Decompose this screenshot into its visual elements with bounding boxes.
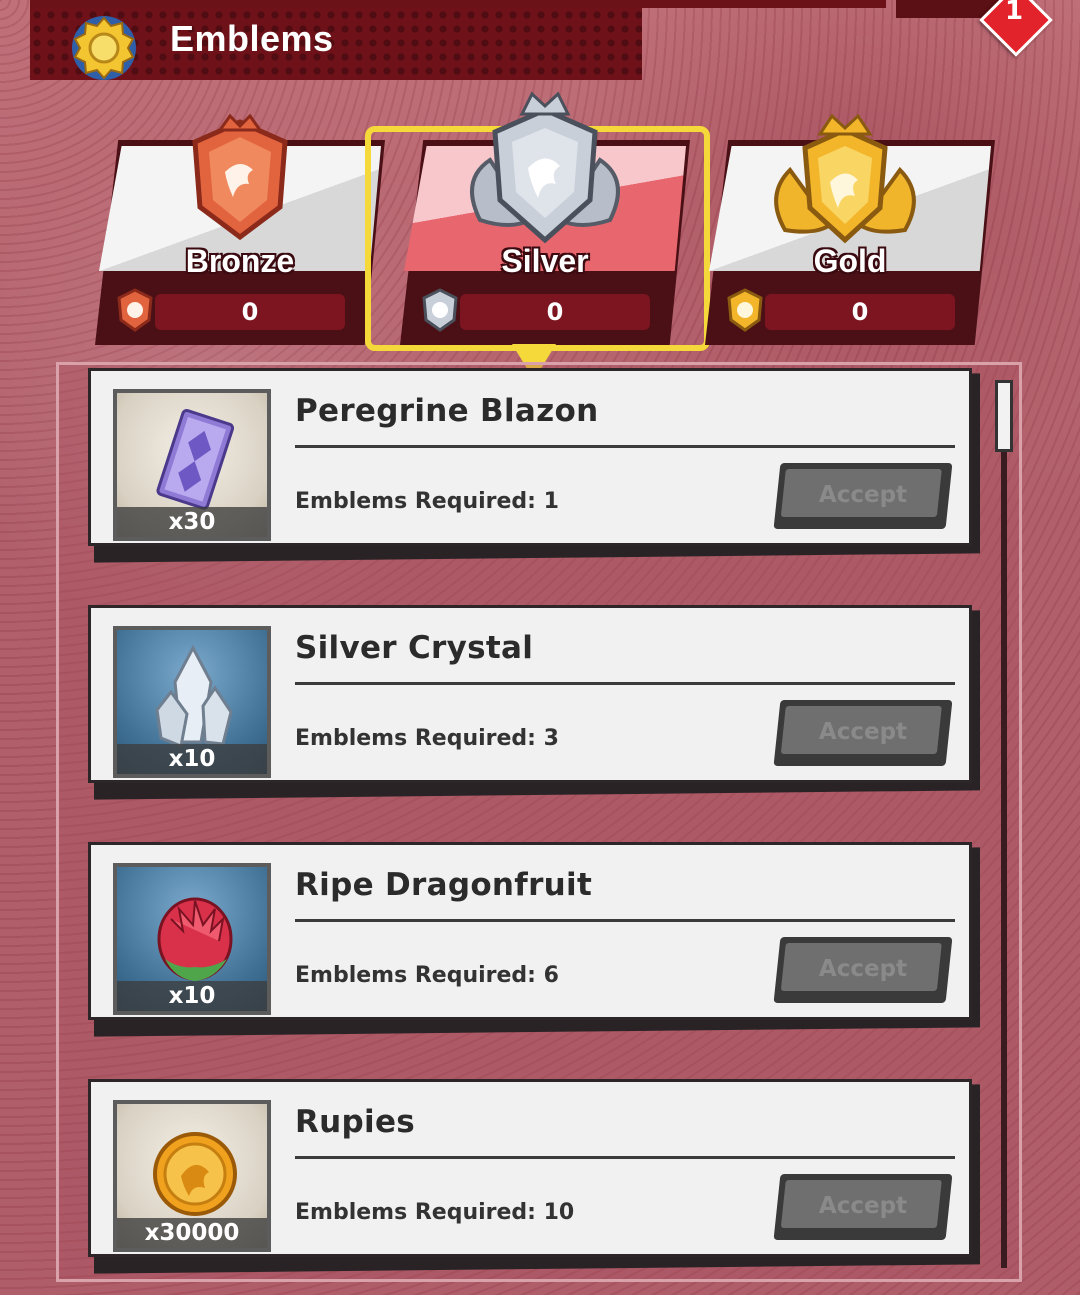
silver-shield-icon [470, 91, 620, 244]
tab-gold[interactable]: Gold 0 [705, 113, 995, 345]
gold-emblem-icon [727, 288, 763, 332]
accept-button-label: Accept [818, 482, 908, 508]
reward-item: x30000 Rupies Emblems Required: 10 Accep… [88, 1079, 980, 1274]
reward-name: Ripe Dragonfruit [295, 867, 593, 903]
reward-card: x30 Peregrine Blazon Emblems Required: 1… [88, 368, 972, 546]
bronze-shield-icon [192, 113, 288, 241]
silver-emblem-icon [422, 288, 458, 332]
reward-item: x10 Ripe Dragonfruit Emblems Required: 6… [88, 842, 980, 1037]
reward-name: Rupies [295, 1104, 416, 1140]
gold-shield-icon [774, 113, 916, 244]
reward-card: x10 Silver Crystal Emblems Required: 3 A… [88, 605, 972, 783]
tab-bronze-label: Bronze [185, 243, 295, 279]
reward-requirement: Emblems Required: 3 [295, 726, 559, 751]
reward-quantity: x30000 [117, 1218, 267, 1248]
emblem-gear-icon [72, 16, 136, 80]
divider [295, 1156, 955, 1159]
reward-name: Peregrine Blazon [295, 393, 599, 429]
tab-bronze-count: 0 [241, 298, 259, 326]
tab-gold-count: 0 [851, 298, 869, 326]
reward-quantity: x10 [117, 981, 267, 1011]
reward-requirement: Emblems Required: 10 [295, 1200, 575, 1225]
rupie-coin-icon [153, 1132, 237, 1216]
scrollbar-thumb[interactable] [995, 380, 1013, 452]
reward-card: x30000 Rupies Emblems Required: 10 Accep… [88, 1079, 972, 1257]
reward-name: Silver Crystal [295, 630, 534, 666]
accept-button-label: Accept [818, 956, 908, 982]
silver-crystal-icon [155, 644, 233, 749]
blazon-card-icon [156, 409, 235, 510]
reward-card: x10 Ripe Dragonfruit Emblems Required: 6… [88, 842, 972, 1020]
reward-requirement: Emblems Required: 1 [295, 489, 559, 514]
reward-thumbnail: x30000 [113, 1100, 271, 1252]
dragonfruit-icon [157, 897, 233, 981]
notification-count: 1 [1004, 0, 1024, 26]
top-bar [30, 0, 886, 8]
scrollbar-track[interactable] [1001, 390, 1007, 1268]
tab-bronze[interactable]: Bronze 0 [95, 113, 385, 345]
tab-silver-count: 0 [546, 298, 564, 326]
reward-thumbnail: x30 [113, 389, 271, 541]
divider [295, 682, 955, 685]
reward-quantity: x30 [117, 507, 267, 537]
reward-item: x10 Silver Crystal Emblems Required: 3 A… [88, 605, 980, 800]
reward-item: x30 Peregrine Blazon Emblems Required: 1… [88, 368, 980, 563]
divider [295, 445, 955, 448]
tab-silver[interactable]: Silver 0 [400, 91, 690, 345]
accept-button-label: Accept [818, 719, 908, 745]
tab-silver-label: Silver [501, 243, 589, 279]
page-title: Emblems [170, 18, 334, 59]
accept-button-label: Accept [818, 1193, 908, 1219]
reward-quantity: x10 [117, 744, 267, 774]
reward-thumbnail: x10 [113, 626, 271, 778]
tab-gold-label: Gold [813, 243, 887, 279]
reward-requirement: Emblems Required: 6 [295, 963, 559, 988]
reward-thumbnail: x10 [113, 863, 271, 1015]
divider [295, 919, 955, 922]
bronze-emblem-icon [117, 288, 153, 332]
